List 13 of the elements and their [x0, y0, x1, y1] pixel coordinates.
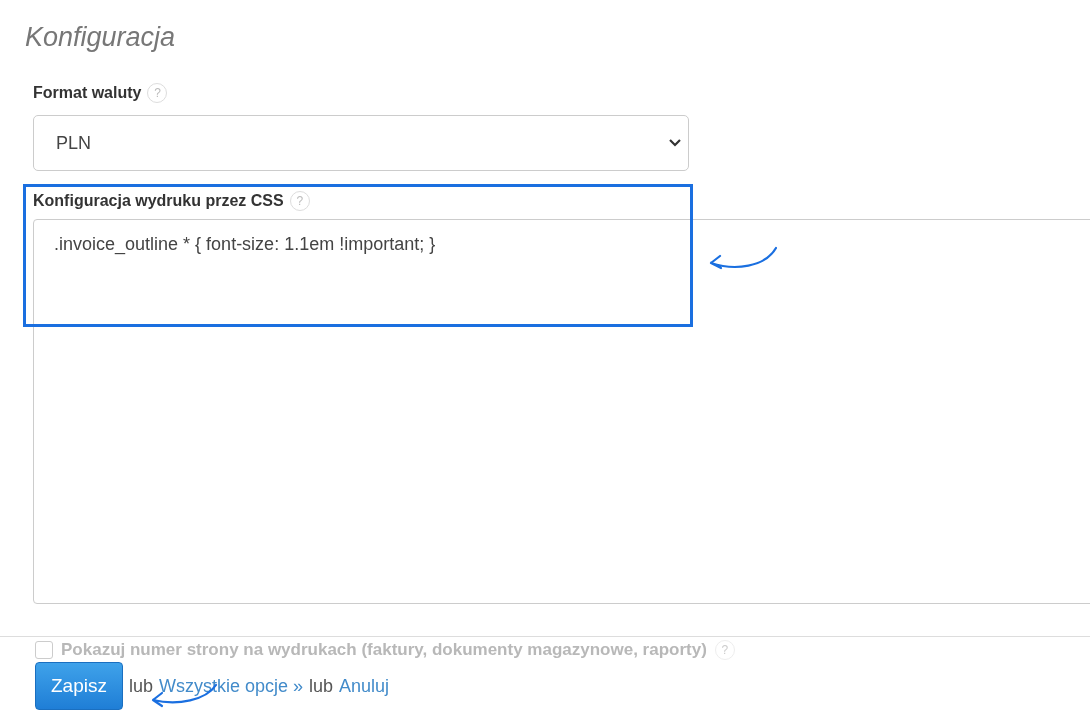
- field-label: Format waluty: [33, 84, 142, 102]
- chevron-icon: [668, 138, 682, 148]
- currency-select[interactable]: PLN: [33, 115, 689, 171]
- save-button[interactable]: Zapisz: [35, 662, 123, 710]
- field-label: Konfiguracja wydruku przez CSS: [33, 192, 284, 210]
- separator-text: lub: [309, 675, 334, 697]
- all-options-link[interactable]: Wszystkie opcje »: [159, 675, 304, 697]
- css-textarea[interactable]: .invoice_outline * { font-size: 1.1em !important; }: [33, 219, 1090, 604]
- cancel-link[interactable]: Anuluj: [339, 675, 390, 697]
- checkbox[interactable]: [35, 641, 53, 659]
- checkbox-label: Pokazuj numer strony na wydrukach (faktury, dokumenty magazynowe, raporty): [61, 640, 707, 660]
- page-title: Konfiguracja: [25, 22, 177, 53]
- separator-text: lub: [128, 675, 153, 697]
